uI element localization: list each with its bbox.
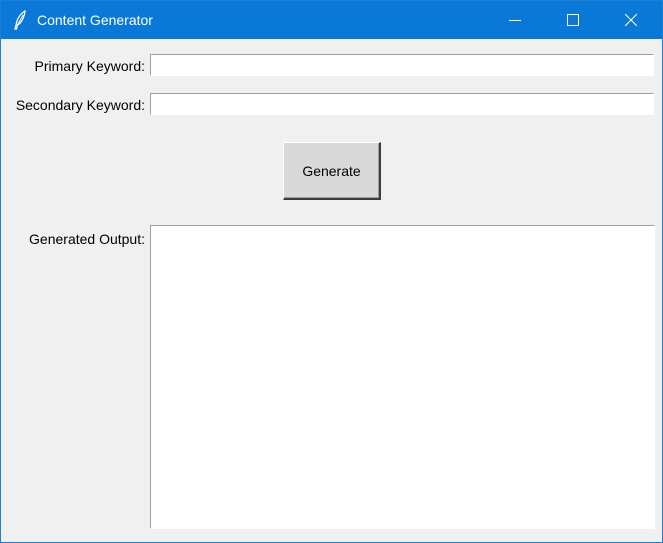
feather-icon: [13, 9, 29, 30]
app-window: Content Generator Primary Keyword: Secon…: [0, 0, 663, 543]
secondary-keyword-label: Secondary Keyword:: [15, 97, 145, 113]
primary-keyword-input[interactable]: [150, 54, 654, 76]
generated-output-label: Generated Output:: [29, 231, 145, 247]
close-button[interactable]: [608, 1, 654, 39]
minimize-button[interactable]: [492, 1, 538, 39]
primary-keyword-label: Primary Keyword:: [34, 58, 145, 74]
minimize-icon: [509, 20, 521, 21]
secondary-keyword-input[interactable]: [150, 93, 654, 115]
window-title: Content Generator: [37, 12, 153, 28]
maximize-icon: [567, 14, 579, 26]
close-icon: [625, 14, 637, 26]
generate-button[interactable]: Generate: [283, 142, 381, 200]
title-bar[interactable]: Content Generator: [1, 1, 662, 39]
maximize-button[interactable]: [550, 1, 596, 39]
generated-output-textarea[interactable]: [150, 225, 655, 529]
